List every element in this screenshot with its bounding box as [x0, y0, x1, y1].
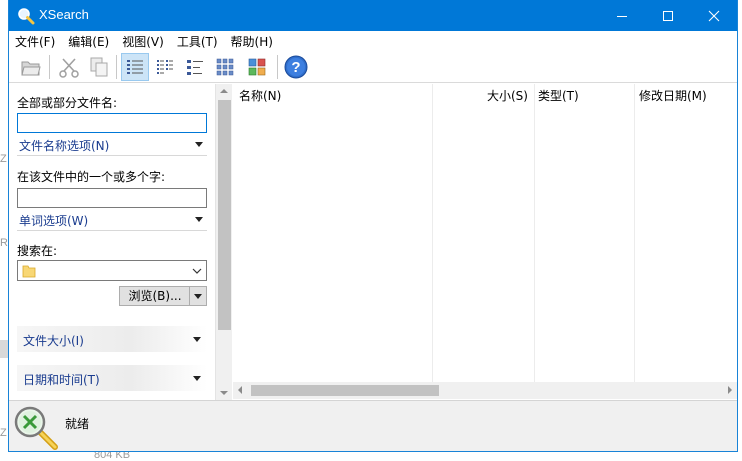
menu-file[interactable]: 文件(F) — [15, 33, 55, 50]
column-gridline — [534, 84, 535, 382]
thumbnails-view-button[interactable] — [211, 53, 239, 81]
date-time-label: 日期和时间(T) — [23, 373, 100, 387]
title-bar[interactable]: XSearch — [9, 0, 737, 31]
column-gridline — [432, 84, 433, 382]
help-icon: ? — [284, 55, 308, 79]
minimize-button[interactable] — [599, 0, 645, 31]
dropdown-arrow-icon — [193, 376, 201, 381]
toolbar: ? — [9, 51, 737, 83]
toolbar-separator — [277, 55, 278, 79]
svg-text:?: ? — [291, 59, 300, 76]
cut-button[interactable] — [55, 53, 83, 81]
results-horizontal-scrollbar[interactable] — [233, 382, 737, 399]
status-text: 就绪 — [65, 417, 90, 431]
search-in-label: 搜索在: — [17, 244, 58, 258]
dropdown-arrow-icon — [195, 142, 203, 147]
scroll-up-icon[interactable] — [220, 89, 228, 93]
filename-options-dropdown[interactable]: 文件名称选项(N) — [17, 137, 207, 156]
divider — [17, 230, 207, 231]
details-view-icon — [127, 60, 143, 74]
background-text: Z — [0, 427, 7, 439]
scrollbar-thumb[interactable] — [218, 100, 231, 330]
menu-view[interactable]: 视图(V) — [122, 33, 164, 50]
results-list[interactable]: 名称(N) 大小(S) 类型(T) 修改日期(M) — [233, 84, 737, 400]
details-view-button[interactable] — [121, 53, 149, 81]
copy-button[interactable] — [85, 53, 113, 81]
background-text: Z — [0, 153, 7, 165]
file-size-label: 文件大小(I) — [23, 334, 84, 348]
search-in-select[interactable] — [17, 260, 207, 281]
column-header-type[interactable]: 类型(T) — [538, 84, 579, 108]
word-options-dropdown[interactable]: 单词选项(W) — [17, 212, 207, 231]
list-view-icon — [157, 60, 173, 74]
date-time-section[interactable]: 日期和时间(T) — [17, 365, 207, 391]
column-header-size[interactable]: 大小(S) — [487, 84, 528, 108]
scroll-down-icon[interactable] — [220, 391, 228, 395]
filename-input[interactable] — [17, 113, 207, 133]
toolbar-separator — [49, 55, 50, 79]
small-icons-view-icon — [187, 60, 203, 75]
dropdown-arrow-icon — [194, 294, 202, 299]
dropdown-arrow-icon — [193, 337, 201, 342]
menu-bar: 文件(F) 编辑(E) 视图(V) 工具(T) 帮助(H) — [9, 31, 737, 51]
toolbar-separator — [116, 55, 117, 79]
large-icons-view-icon — [248, 58, 266, 76]
column-header-name[interactable]: 名称(N) — [239, 84, 281, 108]
maximize-icon — [663, 10, 673, 21]
menu-help[interactable]: 帮助(H) — [231, 33, 273, 50]
scroll-left-icon[interactable] — [238, 386, 242, 394]
divider — [17, 155, 207, 156]
large-icons-view-button[interactable] — [243, 53, 271, 81]
maximize-button[interactable] — [645, 0, 691, 31]
cut-icon — [59, 58, 79, 78]
search-magnifier-icon — [14, 406, 58, 450]
menu-tools[interactable]: 工具(T) — [177, 33, 218, 50]
status-bar: 就绪 — [9, 400, 737, 451]
background-text: R — [0, 237, 8, 249]
background-strip — [0, 340, 8, 358]
minimize-icon — [617, 15, 627, 17]
dropdown-arrow-icon — [195, 217, 203, 222]
magnifier-app-icon — [18, 8, 35, 25]
browse-dropdown-button[interactable] — [189, 286, 207, 306]
file-size-section[interactable]: 文件大小(I) — [17, 326, 207, 352]
menu-edit[interactable]: 编辑(E) — [68, 33, 109, 50]
word-options-label: 单词选项(W) — [19, 214, 89, 228]
filename-label: 全部或部分文件名: — [17, 96, 118, 110]
filename-options-label: 文件名称选项(N) — [19, 139, 110, 153]
column-gridline — [634, 84, 635, 382]
thumbnails-view-icon — [216, 58, 234, 76]
window-title: XSearch — [39, 7, 89, 22]
chevron-down-icon — [192, 268, 202, 274]
search-pane: 全部或部分文件名: 文件名称选项(N) 在该文件中的一个或多个字: 单词选项(W… — [9, 84, 219, 400]
folder-icon — [22, 265, 36, 278]
close-button[interactable] — [691, 0, 737, 31]
open-folder-icon — [21, 61, 41, 76]
browse-button[interactable]: 浏览(B)... — [119, 286, 191, 306]
scrollbar-thumb[interactable] — [251, 385, 439, 396]
search-pane-scrollbar[interactable] — [215, 84, 232, 400]
scroll-right-icon[interactable] — [728, 386, 732, 394]
copy-icon — [90, 57, 108, 77]
content-words-label: 在该文件中的一个或多个字: — [17, 170, 166, 184]
close-icon — [708, 10, 720, 21]
help-button[interactable]: ? — [282, 53, 310, 81]
column-header-modified[interactable]: 修改日期(M) — [639, 84, 707, 108]
small-icons-view-button[interactable] — [181, 53, 209, 81]
open-folder-button[interactable] — [17, 53, 45, 81]
list-view-button[interactable] — [151, 53, 179, 81]
content-words-input[interactable] — [17, 188, 207, 208]
xsearch-window: XSearch 文件(F) 编辑(E) 视图(V) 工具(T) 帮助(H) ? … — [8, 0, 738, 452]
